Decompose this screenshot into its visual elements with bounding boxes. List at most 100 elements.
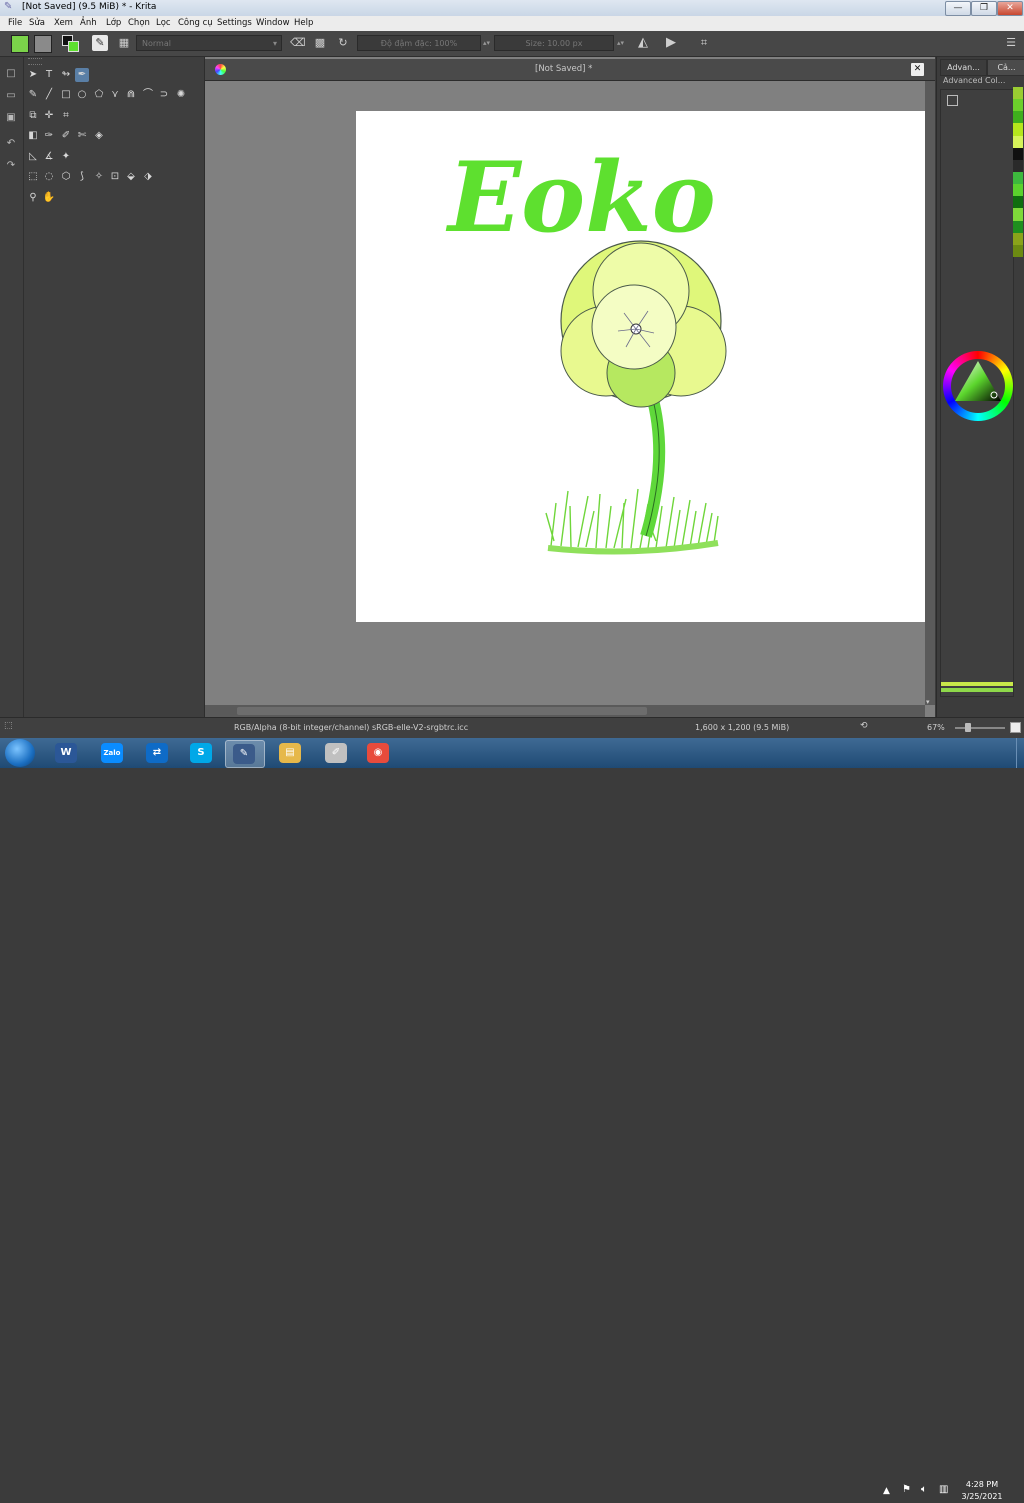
swap-colors-icon[interactable]	[62, 35, 79, 52]
taskbar-teamviewer[interactable]: ⇄	[139, 740, 177, 766]
menu-tools[interactable]: Công cụ	[178, 18, 213, 28]
menu-file[interactable]: File	[8, 18, 22, 28]
freehand-brush-tool-icon[interactable]: ✎	[26, 88, 40, 102]
color-picker-tool-icon[interactable]: ✑	[42, 129, 56, 143]
taskbar-explorer[interactable]: ▤	[272, 740, 310, 766]
scroll-down-arrow-icon[interactable]: ▾	[926, 698, 935, 706]
save-document-icon[interactable]: ▣	[4, 111, 18, 125]
menu-settings[interactable]: Settings	[217, 18, 252, 28]
close-button[interactable]: ✕	[997, 1, 1023, 16]
menu-window[interactable]: Window	[256, 18, 290, 28]
undo-icon[interactable]: ↶	[4, 137, 18, 151]
eraser-icon[interactable]: ⌫	[290, 36, 306, 50]
presets-grid-icon[interactable]: ▦	[117, 36, 131, 50]
zoom-slider[interactable]	[955, 723, 1005, 732]
system-clock[interactable]: 4:28 PM 3/25/2021	[952, 1479, 1012, 1503]
redo-icon[interactable]: ↷	[4, 159, 18, 173]
horizontal-scroll-thumb[interactable]	[237, 707, 647, 715]
color-history-bar-2[interactable]	[941, 688, 1013, 692]
color-palette-column[interactable]	[1013, 87, 1023, 257]
taskbar-krita[interactable]: ✎	[225, 740, 265, 768]
vertical-scrollbar[interactable]	[925, 81, 935, 705]
brush-preset-icon[interactable]: ✎	[92, 35, 108, 51]
freehand-path-tool-icon[interactable]: ⌒	[141, 88, 155, 102]
network-icon[interactable]: ▥	[939, 1484, 948, 1495]
opacity-slider[interactable]: Độ đậm đặc: 100%	[357, 35, 481, 51]
saturation-value-triangle[interactable]	[953, 359, 1003, 409]
opacity-spin-icon[interactable]: ▴▾	[483, 39, 490, 47]
alpha-lock-icon[interactable]: ▩	[313, 36, 327, 50]
menu-layer[interactable]: Lớp	[106, 18, 121, 28]
polyline-tool-icon[interactable]: ⋎	[108, 88, 122, 102]
multibrush-tool-icon[interactable]: ✺	[174, 88, 188, 102]
open-document-icon[interactable]: ▭	[4, 89, 18, 103]
tab-second-docker[interactable]: Cả...	[987, 59, 1024, 76]
palette-swatch[interactable]	[1013, 135, 1023, 148]
tray-expand-icon[interactable]: ▲	[883, 1486, 890, 1496]
palette-swatch[interactable]	[1013, 111, 1023, 124]
gradient-tool-icon[interactable]: ◧	[26, 129, 40, 143]
rectangular-selection-tool-icon[interactable]: ⬚	[26, 170, 40, 184]
taskbar-word[interactable]: W	[48, 740, 86, 766]
zoom-tool-icon[interactable]: ⚲	[26, 191, 40, 205]
smart-patch-tool-icon[interactable]: ✐	[59, 129, 73, 143]
canvas-page[interactable]: Eoko	[356, 111, 925, 622]
palette-swatch[interactable]	[1013, 196, 1023, 209]
assistant-tool-icon[interactable]: ◺	[26, 150, 40, 164]
toolbox-grip[interactable]	[28, 58, 42, 65]
palette-swatch[interactable]	[1013, 184, 1023, 197]
line-tool-icon[interactable]: ╱	[42, 88, 56, 102]
new-document-icon[interactable]: □	[4, 67, 18, 81]
colorize-mask-tool-icon[interactable]: ✄	[75, 129, 89, 143]
mirror-horizontal-icon[interactable]: ◭	[636, 36, 650, 50]
polygon-tool-icon[interactable]: ⬠	[92, 88, 106, 102]
background-color-swatch[interactable]	[34, 35, 52, 53]
rectangle-tool-icon[interactable]: □	[59, 88, 73, 102]
dynamic-brush-tool-icon[interactable]: ⊃	[157, 88, 171, 102]
palette-swatch[interactable]	[1013, 232, 1023, 245]
similar-selection-tool-icon[interactable]: ⊡	[108, 170, 122, 184]
toolbar-menu-icon[interactable]: ☰	[1004, 36, 1018, 50]
menu-select[interactable]: Chọn	[128, 18, 150, 28]
palette-swatch[interactable]	[1013, 208, 1023, 221]
foreground-color-swatch[interactable]	[11, 35, 29, 53]
hue-wheel[interactable]	[943, 351, 1013, 421]
taskbar-paint[interactable]: ✐	[318, 740, 356, 766]
freehand-selection-tool-icon[interactable]: ⟆	[75, 170, 89, 184]
palette-swatch[interactable]	[1013, 244, 1023, 257]
palette-swatch[interactable]	[1013, 159, 1023, 172]
menu-edit[interactable]: Sửa	[29, 18, 45, 28]
fullscreen-toggle[interactable]	[1010, 722, 1021, 733]
minimize-button[interactable]: —	[945, 1, 971, 16]
size-slider[interactable]: Size: 10.00 px	[494, 35, 614, 51]
select-shapes-tool-icon[interactable]: ➤	[26, 68, 40, 82]
document-tab[interactable]: [Not Saved] * ✕	[205, 59, 935, 81]
zoom-slider-handle[interactable]	[965, 723, 971, 732]
selection-mode-icon[interactable]: ⬚	[4, 721, 13, 731]
color-history-bar[interactable]	[941, 682, 1013, 686]
contiguous-selection-tool-icon[interactable]: ✧	[92, 170, 106, 184]
menu-view[interactable]: Xem	[54, 18, 73, 28]
blend-mode-select[interactable]: Normal ▾	[136, 35, 282, 51]
wrap-around-icon[interactable]: ⌗	[697, 36, 711, 50]
volume-icon[interactable]: 🔈︎	[921, 1484, 927, 1495]
move-tool-icon[interactable]: ✛	[42, 109, 56, 123]
reload-preset-icon[interactable]: ↻	[336, 36, 350, 50]
maximize-button[interactable]: ❐	[971, 1, 997, 16]
pan-tool-icon[interactable]: ✋	[42, 191, 56, 205]
mirror-vertical-icon[interactable]: ▶	[664, 36, 678, 50]
menu-image[interactable]: Ảnh	[80, 18, 97, 28]
palette-swatch[interactable]	[1013, 99, 1023, 112]
polygonal-selection-tool-icon[interactable]: ⬡	[59, 170, 73, 184]
measure-tool-icon[interactable]: ∡	[42, 150, 56, 164]
bezier-tool-icon[interactable]: ⋒	[124, 88, 138, 102]
document-close-button[interactable]: ✕	[911, 63, 924, 76]
fill-tool-icon[interactable]: ◈	[92, 129, 106, 143]
menu-help[interactable]: Help	[294, 18, 313, 28]
palette-swatch[interactable]	[1013, 172, 1023, 185]
magnetic-selection-tool-icon[interactable]: ⬗	[141, 170, 155, 184]
taskbar-zalo[interactable]: Zalo	[94, 740, 132, 766]
ellipse-tool-icon[interactable]: ○	[75, 88, 89, 102]
bezier-selection-tool-icon[interactable]: ⬙	[124, 170, 138, 184]
taskbar-skype[interactable]: S	[183, 740, 221, 766]
